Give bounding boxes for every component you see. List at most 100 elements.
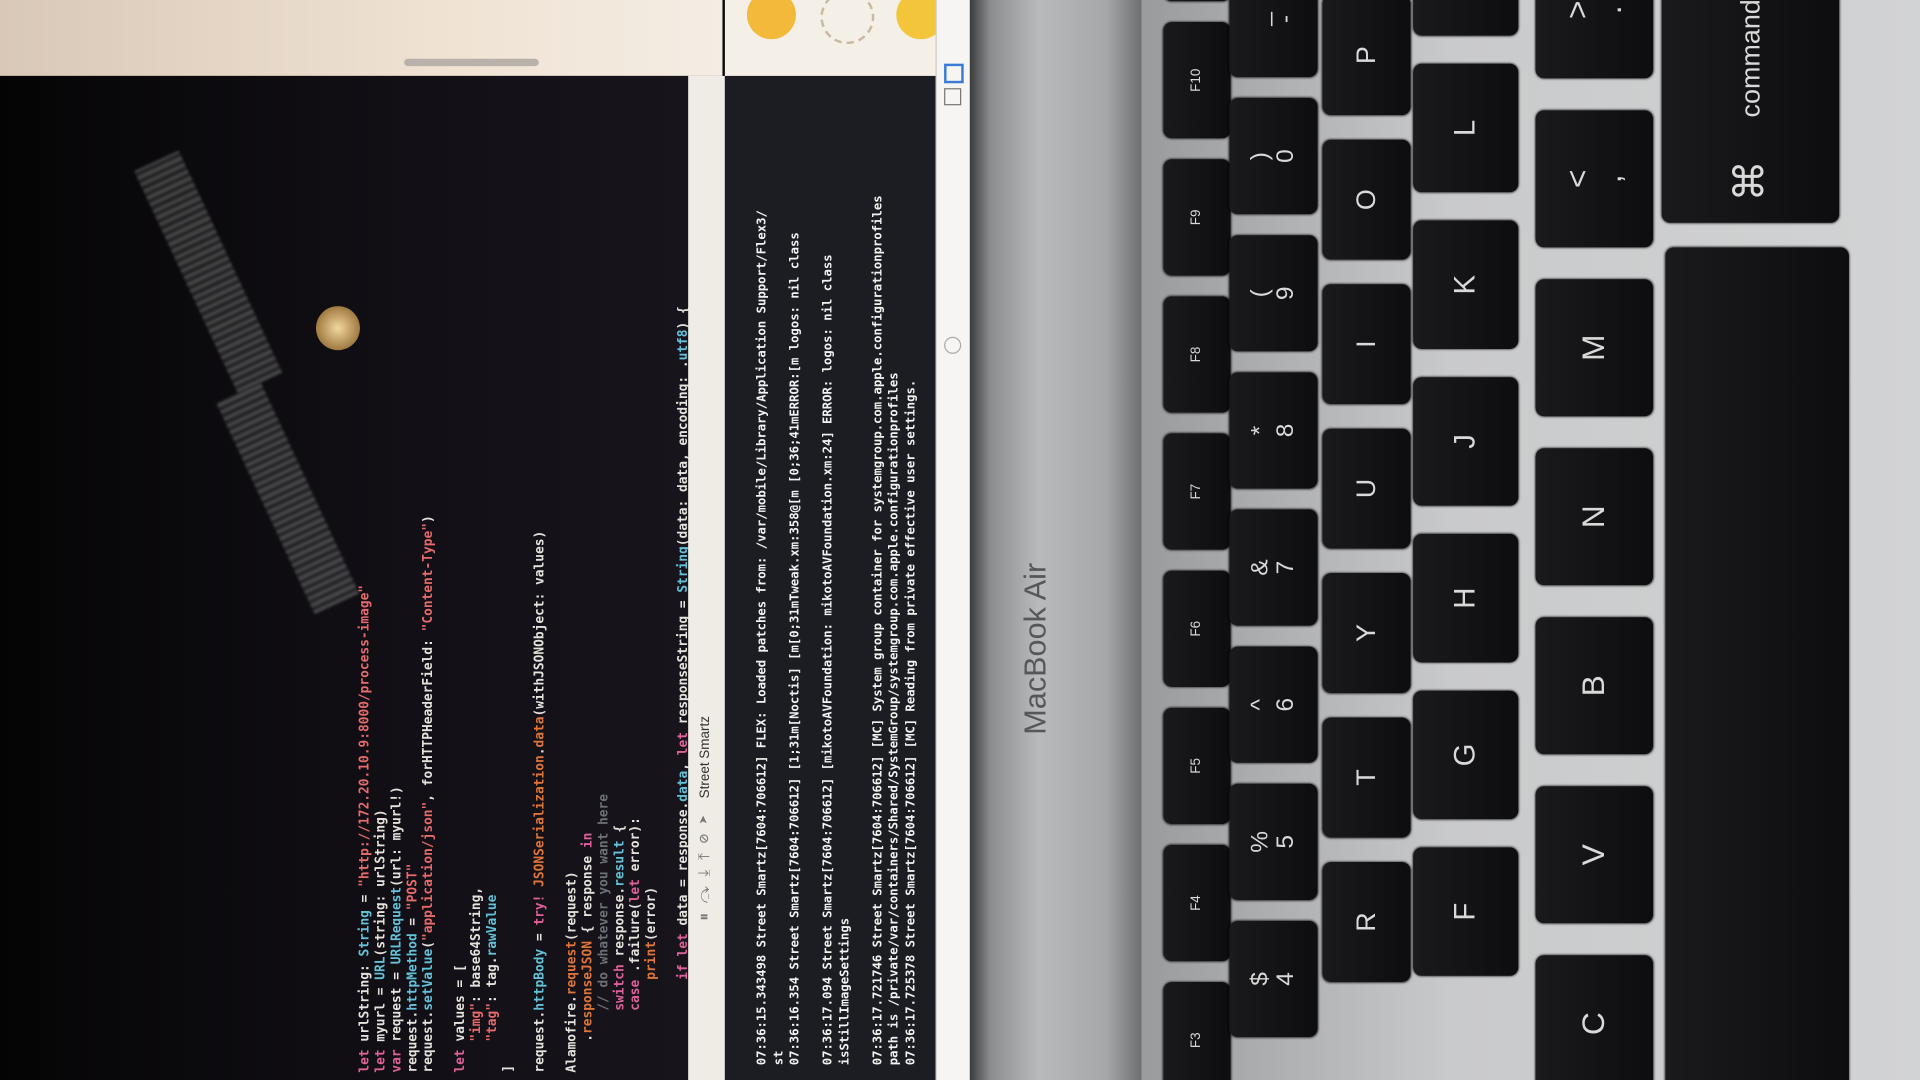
key[interactable]: R — [1322, 862, 1411, 983]
code-line[interactable]: Alamofire.request(request) — [564, 306, 580, 1072]
key[interactable]: * 8 — [1229, 372, 1318, 489]
key-label: F10 — [1188, 68, 1204, 92]
grid-icon[interactable] — [944, 88, 962, 106]
code-token: responseJSON — [580, 941, 596, 1034]
code-line[interactable] — [549, 306, 565, 1072]
key-label: F5 — [1188, 758, 1204, 774]
key[interactable]: F6 — [1163, 570, 1231, 687]
code-token: : base64String, — [468, 886, 484, 1003]
key[interactable]: Y — [1322, 573, 1411, 694]
code-line[interactable] — [437, 306, 453, 1072]
key[interactable]: H — [1413, 533, 1519, 663]
key[interactable]: F10 — [1163, 22, 1231, 139]
command-icon: ⌘ — [1726, 159, 1773, 202]
key[interactable]: % 5 — [1229, 783, 1318, 901]
code-token: request. — [421, 1010, 436, 1073]
key[interactable]: > . — [1535, 0, 1654, 79]
space-bar[interactable] — [1665, 247, 1849, 1080]
key-label: P — [1351, 46, 1382, 65]
key[interactable]: I — [1322, 284, 1411, 405]
key[interactable]: N — [1535, 448, 1654, 586]
key[interactable]: F7 — [1163, 433, 1231, 550]
key[interactable]: & 7 — [1229, 509, 1318, 626]
key[interactable]: V — [1535, 786, 1654, 924]
code-line[interactable]: case .failure(let error): — [628, 306, 644, 1072]
key-label: ( 9 — [1246, 286, 1300, 301]
code-line[interactable] — [660, 306, 676, 1072]
key[interactable]: _ - — [1229, 0, 1318, 78]
code-line[interactable]: var request = URLRequest(url: myurl!) — [389, 306, 405, 1072]
debug-target-label[interactable]: Street Smartz — [698, 716, 713, 798]
code-line[interactable]: request.httpBody = try! JSONSerializatio… — [532, 306, 549, 1073]
key[interactable]: M — [1535, 279, 1654, 417]
code-line[interactable]: switch response.result { — [612, 306, 628, 1072]
code-line[interactable]: let myurl = URL(string: urlString) — [373, 306, 389, 1072]
horizontal-scrollbar[interactable] — [404, 58, 539, 67]
code-line[interactable]: .responseJSON { response in — [580, 306, 596, 1072]
key[interactable]: F11 — [1163, 0, 1231, 2]
command-key[interactable]: ⌘ command — [1661, 0, 1840, 223]
key[interactable]: F4 — [1163, 844, 1231, 962]
code-token: setValue — [421, 948, 436, 1011]
key[interactable]: F3 — [1163, 982, 1231, 1080]
code-editor[interactable]: let urlString: String = "http://172.20.1… — [0, 75, 707, 1080]
code-line[interactable]: request.httpMethod = "POST" — [405, 306, 421, 1073]
debug-console[interactable]: 07:36:15.343498 Street Smartz[7604:70661… — [724, 75, 936, 1080]
key[interactable]: $ 4 — [1229, 920, 1318, 1038]
code-line[interactable]: print(error) — [644, 306, 660, 1072]
debug-controls-icon[interactable]: ⏸ ⤼ ⤓ ⤒ ⊘ ➤ — [696, 815, 714, 921]
key[interactable]: ^ 6 — [1229, 646, 1318, 763]
view-toggle-icon[interactable] — [944, 63, 964, 84]
key[interactable]: ( 9 — [1229, 235, 1318, 352]
key[interactable]: G — [1413, 690, 1519, 820]
filter-icon[interactable] — [944, 336, 962, 354]
code-token: print — [644, 941, 659, 980]
key[interactable]: O — [1322, 139, 1411, 260]
code-token: urlString: — [357, 956, 373, 1042]
key-label: Y — [1351, 624, 1382, 643]
key[interactable]: F5 — [1163, 707, 1231, 825]
key[interactable]: J — [1413, 377, 1519, 506]
code-line[interactable]: let values = [ — [453, 306, 469, 1072]
debug-toolbar: Street Smartz ⏸ ⤼ ⤓ ⤒ ⊘ ➤ — [688, 75, 725, 1080]
key[interactable]: U — [1322, 428, 1411, 549]
code-token: result — [612, 840, 627, 887]
key[interactable]: B — [1535, 617, 1654, 755]
key[interactable]: C — [1535, 955, 1654, 1080]
code-line[interactable]: // do whatever you want here — [596, 306, 612, 1072]
key-label: T — [1351, 769, 1382, 786]
code-token: JSONSerialization — [532, 755, 548, 887]
console-line: 07:36:16.354 Street Smartz[7604:706612] … — [788, 232, 803, 1066]
code-token: ] — [500, 1064, 516, 1073]
key-label: O — [1351, 189, 1382, 211]
code-token: let — [373, 1041, 389, 1073]
code-line[interactable]: "tag": tag.rawValue — [485, 306, 501, 1072]
source-code[interactable]: let urlString: String = "http://172.20.1… — [358, 306, 708, 1072]
code-token: "application/json" — [421, 801, 436, 942]
code-line[interactable]: request.setValue("application/json", for… — [421, 306, 437, 1072]
code-line[interactable] — [517, 306, 533, 1072]
key[interactable]: F — [1413, 847, 1519, 976]
code-token: = — [357, 886, 373, 911]
key[interactable]: ) 0 — [1229, 97, 1318, 215]
key[interactable]: F8 — [1163, 296, 1231, 413]
code-token: . — [580, 1033, 596, 1073]
key[interactable]: F9 — [1163, 159, 1231, 276]
code-line[interactable]: let urlString: String = "http://172.20.1… — [357, 306, 374, 1073]
object-library-icon[interactable] — [746, 0, 796, 40]
placeholder-object-icon[interactable] — [820, 0, 875, 45]
key-label: B — [1575, 675, 1612, 697]
code-line[interactable]: "img": base64String, — [469, 306, 485, 1072]
key[interactable]: < , — [1535, 110, 1654, 248]
code-token: (string: urlString) — [373, 809, 389, 957]
code-line[interactable]: ] — [500, 306, 517, 1073]
key[interactable]: T — [1322, 717, 1411, 838]
key[interactable]: P — [1322, 0, 1411, 116]
key[interactable]: L — [1413, 63, 1519, 193]
key[interactable]: : ; — [1413, 0, 1519, 36]
photo-of-laptop-screen: On DemOnly rTargetText SeText ELineInden… — [0, 0, 1920, 1080]
key[interactable]: K — [1413, 220, 1519, 349]
